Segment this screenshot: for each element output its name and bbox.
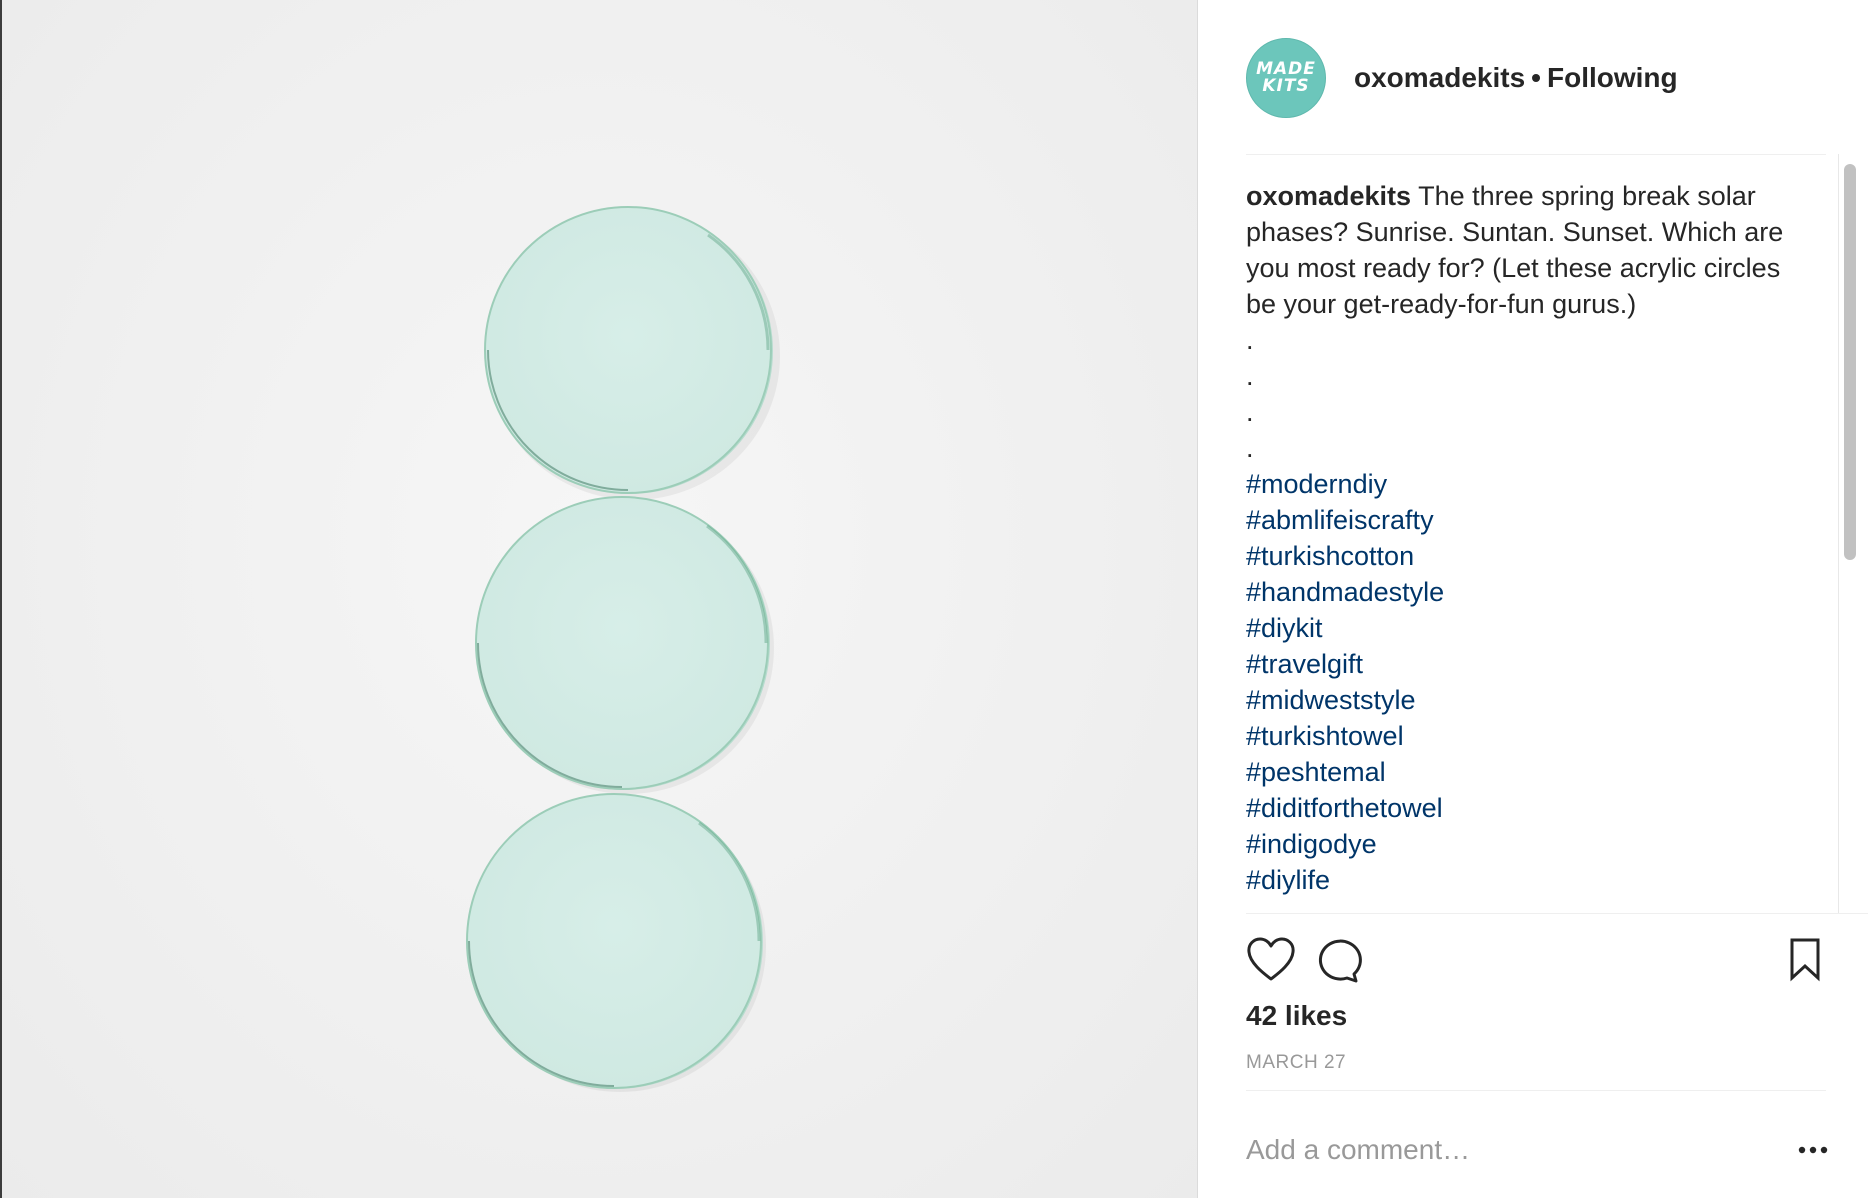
- caption-dot: .: [1246, 397, 1254, 427]
- caption-username-link[interactable]: oxomadekits: [1246, 181, 1411, 211]
- comments-scroll-area[interactable]: oxomadekits The three spring break solar…: [1246, 178, 1806, 912]
- hashtag-link[interactable]: #moderndiy: [1246, 466, 1806, 502]
- hashtag-link[interactable]: #indigodye: [1246, 826, 1806, 862]
- comment-bubble-icon: [1318, 939, 1362, 983]
- hashtag-link[interactable]: #diditforthetowel: [1246, 790, 1806, 826]
- following-button[interactable]: Following: [1547, 62, 1678, 93]
- acrylic-circle-top: [484, 206, 773, 494]
- bookmark-icon: [1790, 938, 1820, 982]
- post-details-panel: MADE KITS oxomadekits • Following oxomadek…: [1198, 0, 1870, 1198]
- hashtag-link[interactable]: #travelgift: [1246, 646, 1806, 682]
- post-date[interactable]: MARCH 27: [1246, 1052, 1346, 1074]
- hashtag-link[interactable]: #abmlifeiscrafty: [1246, 502, 1806, 538]
- hashtag-link[interactable]: #peshtemal: [1246, 754, 1806, 790]
- header-text: oxomadekits • Following: [1354, 62, 1678, 94]
- save-button[interactable]: [1782, 936, 1828, 984]
- comment-button[interactable]: [1314, 936, 1364, 984]
- header-username-link[interactable]: oxomadekits: [1354, 62, 1525, 93]
- acrylic-circles-image: [466, 206, 780, 1092]
- comment-input[interactable]: [1246, 1134, 1788, 1166]
- caption-dot: .: [1246, 361, 1254, 391]
- comment-bar: [1246, 1120, 1828, 1180]
- action-bar: [1246, 936, 1828, 986]
- likes-count[interactable]: 42 likes: [1246, 1000, 1347, 1032]
- hashtag-link[interactable]: #diylife: [1246, 862, 1806, 898]
- scrollbar-thumb[interactable]: [1844, 164, 1856, 560]
- caption-dots: . . . .: [1246, 322, 1806, 466]
- scrollbar[interactable]: [1838, 154, 1862, 914]
- acrylic-circle-middle: [475, 496, 770, 790]
- caption: oxomadekits The three spring break solar…: [1246, 178, 1806, 898]
- ellipsis-icon: [1798, 1146, 1828, 1154]
- caption-dot: .: [1246, 433, 1254, 463]
- hashtag-link[interactable]: #midweststyle: [1246, 682, 1806, 718]
- hashtag-link[interactable]: #diykit: [1246, 610, 1806, 646]
- header-divider: [1246, 154, 1826, 155]
- actions-divider: [1246, 913, 1868, 914]
- hashtag-link[interactable]: #turkishtowel: [1246, 718, 1806, 754]
- comment-divider: [1246, 1090, 1826, 1091]
- hashtag-list: #moderndiy #abmlifeiscrafty #turkishcott…: [1246, 466, 1806, 898]
- more-options-button[interactable]: [1788, 1130, 1828, 1170]
- post-header: MADE KITS oxomadekits • Following: [1246, 38, 1678, 118]
- hashtag-link[interactable]: #turkishcotton: [1246, 538, 1806, 574]
- avatar-text-line2: KITS: [1262, 76, 1310, 96]
- acrylic-circle-bottom: [466, 793, 763, 1089]
- header-separator: •: [1531, 62, 1541, 93]
- heart-icon: [1247, 937, 1295, 981]
- hashtag-link[interactable]: #handmadestyle: [1246, 574, 1806, 610]
- post-modal: MADE KITS oxomadekits • Following oxomadek…: [0, 0, 1870, 1198]
- avatar[interactable]: MADE KITS: [1246, 38, 1326, 118]
- like-button[interactable]: [1246, 936, 1296, 984]
- caption-dot: .: [1246, 325, 1254, 355]
- post-photo[interactable]: [0, 0, 1198, 1198]
